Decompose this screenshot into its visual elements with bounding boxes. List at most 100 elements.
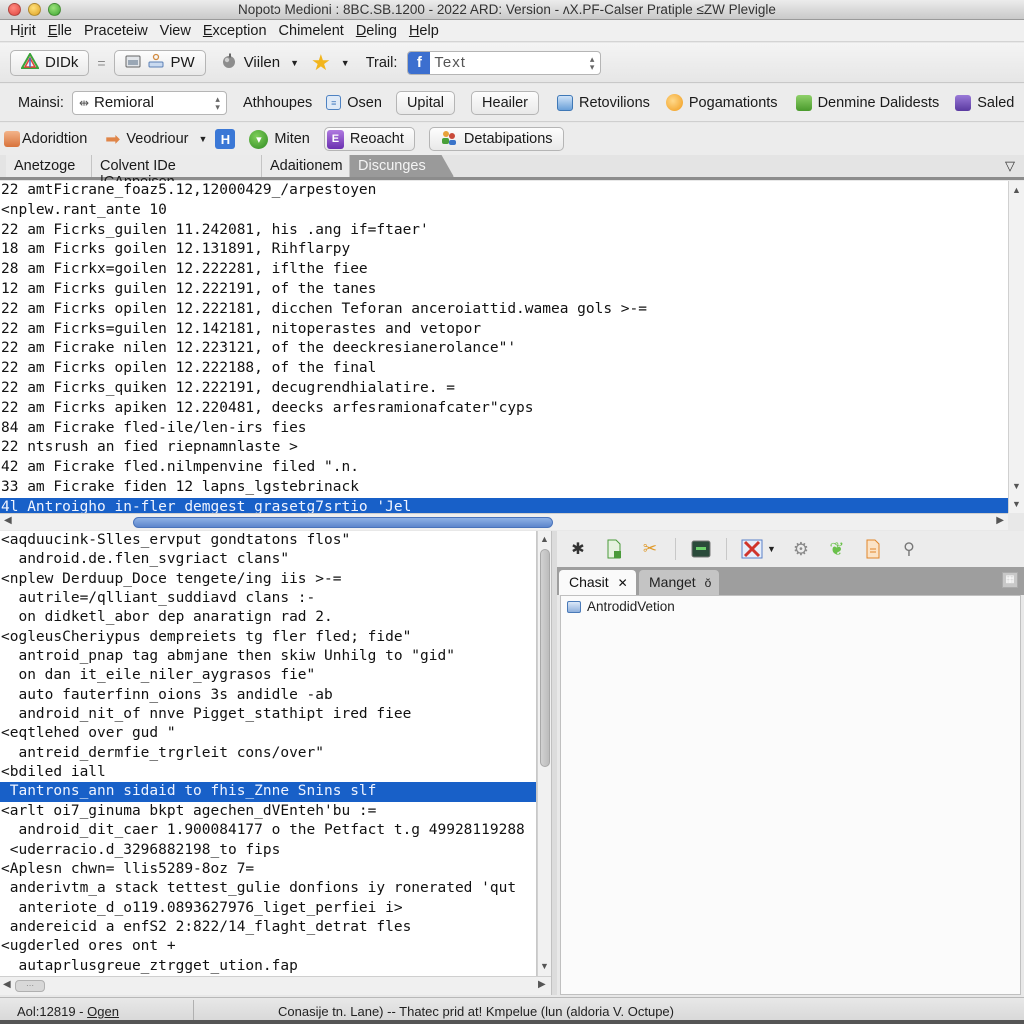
code-line[interactable]: <ugderled ores ont + bbox=[0, 937, 536, 956]
retovilions-button[interactable]: Retovilions bbox=[556, 94, 650, 111]
terminal-icon[interactable] bbox=[690, 538, 712, 560]
code-line[interactable]: 22 am Ficrks opilen 12.222181, dicchen T… bbox=[0, 300, 1008, 320]
miten-button[interactable]: ▾ Miten bbox=[249, 129, 310, 149]
menu-chimelent[interactable]: Chimelent bbox=[276, 23, 353, 39]
code-line[interactable]: 22 am Ficrks opilen 12.222188, of the fi… bbox=[0, 359, 1008, 379]
menu-exception[interactable]: Exception bbox=[200, 23, 276, 39]
code-line[interactable]: 28 am Ficrkx=goilen 12.222281, iflthe fi… bbox=[0, 260, 1008, 280]
favorites-dropdown[interactable]: ★ ▼ bbox=[311, 51, 350, 73]
code-line[interactable]: <nplew Derduup_Doce tengete/ing iis >-= bbox=[0, 570, 536, 589]
pane-splitter[interactable] bbox=[551, 531, 557, 995]
menu-praceteiw[interactable]: Praceteiw bbox=[81, 23, 157, 39]
code-line[interactable]: anteriote_d_o119.0893627976_liget_perfie… bbox=[0, 899, 536, 918]
scroll-up-icon[interactable]: ▲ bbox=[1012, 185, 1021, 195]
scroll-down-icon[interactable]: ▼ bbox=[1012, 499, 1021, 509]
code-line[interactable]: andereicid a enfS2 2:822/14_flaght_detra… bbox=[0, 918, 536, 937]
bug-icon[interactable]: ✱ bbox=[567, 538, 589, 560]
code-line[interactable]: <nplew.rant_ante 10 bbox=[0, 201, 1008, 221]
scroll-up-icon[interactable]: ▲ bbox=[540, 534, 549, 544]
vertical-scroll-thumb[interactable] bbox=[540, 549, 550, 767]
delete-icon[interactable] bbox=[741, 538, 763, 560]
code-line[interactable]: 84 am Ficrake fled-ile/len-irs fies bbox=[0, 419, 1008, 439]
code-line[interactable]: 22 am Ficrks_guilen 11.242081, his .ang … bbox=[0, 221, 1008, 241]
menu-deling[interactable]: Deling bbox=[353, 23, 406, 39]
leaf-icon[interactable]: ❦ bbox=[826, 538, 848, 560]
upital-button[interactable]: Upital bbox=[395, 90, 456, 115]
scroll-left-icon[interactable]: ◀ bbox=[3, 979, 11, 990]
didk-button[interactable]: DIDk bbox=[10, 49, 90, 76]
reoacht-button[interactable]: E Reoacht bbox=[323, 127, 415, 151]
bottom-code-editor[interactable]: <aqduucink-Slles_ervput gondtatons flos"… bbox=[0, 531, 537, 976]
code-line-selected[interactable]: Tantrons_ann sidaid to fhis_Znne Snins s… bbox=[0, 782, 536, 802]
viilen-dropdown[interactable]: Viilen ▼ bbox=[220, 52, 299, 74]
scroll-right-icon[interactable]: ▶ bbox=[538, 979, 546, 990]
heailer-button[interactable]: Heailer bbox=[471, 90, 539, 115]
saled-button[interactable]: Saled bbox=[955, 94, 1014, 111]
tab-adaitionem[interactable]: Adaitionem bbox=[262, 155, 350, 177]
close-window-button[interactable] bbox=[8, 3, 21, 16]
denmine-button[interactable]: Denmine Dalidests bbox=[795, 94, 939, 111]
gear-icon[interactable]: ⚙ bbox=[790, 538, 812, 560]
code-line[interactable]: 33 am Ficrake fiden 12 lapns_lgstebrinac… bbox=[0, 478, 1008, 498]
close-icon[interactable]: ✕ bbox=[618, 576, 628, 590]
code-line[interactable]: 12 am Ficrks guilen 12.222191, of the ta… bbox=[0, 280, 1008, 300]
code-line[interactable]: <aqduucink-Slles_ervput gondtatons flos" bbox=[0, 531, 536, 550]
tab-colvent[interactable]: Colvent IDe |CAnpeisen bbox=[92, 155, 262, 190]
menu-help[interactable]: Help bbox=[406, 23, 448, 39]
code-line[interactable]: 22 am Ficrks_quiken 12.222191, decugrend… bbox=[0, 379, 1008, 399]
code-line[interactable]: <uderracio.d_3296882198_to fips bbox=[0, 841, 536, 860]
pw-button[interactable]: PW bbox=[113, 49, 206, 76]
tree-item[interactable]: AntrodidVetion bbox=[567, 599, 675, 614]
chevron-down-icon[interactable]: ▼ bbox=[767, 544, 776, 554]
code-line[interactable]: <ogleusCheriypus dempreiets tg fler fled… bbox=[0, 628, 536, 647]
top-editor-vertical-scrollbar[interactable]: ▲ ▼ ▼ bbox=[1008, 181, 1024, 513]
code-line[interactable]: auto fauterfinn_oions 3s andidle -ab bbox=[0, 686, 536, 705]
bottom-editor-vertical-scrollbar[interactable]: ▲ ▼ bbox=[537, 531, 551, 976]
code-line[interactable]: 18 am Ficrks goilen 12.131891, Rihflarpy bbox=[0, 240, 1008, 260]
code-line[interactable]: on dan it_eile_niler_aygrasos fie" bbox=[0, 666, 536, 685]
code-line[interactable]: 22 am Ficrks apiken 12.220481, deecks ar… bbox=[0, 399, 1008, 419]
code-line[interactable]: autrile=/qlliant_suddiavd clans :- bbox=[0, 589, 536, 608]
blue-square-icon[interactable]: H bbox=[215, 129, 236, 149]
menu-elle[interactable]: Elle bbox=[45, 23, 81, 39]
scroll-down-icon[interactable]: ▼ bbox=[540, 961, 549, 971]
code-line[interactable]: 22 amtFicrane_foaz5.12,12000429_/arpesto… bbox=[0, 181, 1008, 201]
code-line[interactable]: antroid_pnap tag abmjane then skiw Unhil… bbox=[0, 647, 536, 666]
bottom-editor-horizontal-scrollbar[interactable]: ◀ ⋯ ▶ bbox=[0, 976, 551, 995]
athhoupes-label[interactable]: Athhoupes bbox=[243, 95, 312, 111]
code-line-selected[interactable]: 4l Antroigho in-fler demgest_grasetg7srt… bbox=[0, 497, 1008, 513]
code-line[interactable]: <arlt oi7_ginuma bkpt agechen_dVEnteh'bu… bbox=[0, 802, 536, 821]
code-line[interactable]: antreid_dermfie_trgrleit cons/over" bbox=[0, 744, 536, 763]
pogamationts-button[interactable]: Pogamationts bbox=[665, 94, 778, 111]
code-line[interactable]: 22 ntsrush an fied riepnamnlaste > bbox=[0, 438, 1008, 458]
detabipations-button[interactable]: Detabipations bbox=[428, 127, 564, 151]
menu-hirit[interactable]: Hirit bbox=[10, 23, 45, 39]
code-line[interactable]: android_dit_caer 1.900084177 o the Petfa… bbox=[0, 821, 536, 840]
code-line[interactable]: 22 am Ficrake nilen 12.223121, of the de… bbox=[0, 339, 1008, 359]
code-line[interactable]: anderivtm_a stack tettest_gulie donfions… bbox=[0, 879, 536, 898]
grid-view-icon[interactable]: ▦ bbox=[1002, 572, 1018, 588]
zoom-window-button[interactable] bbox=[48, 3, 61, 16]
top-code-editor[interactable]: 22 amtFicrane_foaz5.12,12000429_/arpesto… bbox=[0, 181, 1008, 513]
document-icon[interactable] bbox=[862, 538, 884, 560]
code-line[interactable]: on didketl_abor dep anaratign rad 2. bbox=[0, 608, 536, 627]
tab-list-dropdown-icon[interactable]: ▽ bbox=[1005, 158, 1015, 174]
adoridtion-button[interactable]: Adoridtion bbox=[4, 131, 87, 147]
scroll-down-icon[interactable]: ▼ bbox=[1012, 481, 1021, 491]
code-line[interactable]: <Aplesn chwn= llis5289-8oz 7= bbox=[0, 860, 536, 879]
filter-icon[interactable]: ⚲ bbox=[898, 538, 920, 560]
scroll-right-icon[interactable]: ▶ bbox=[996, 515, 1004, 526]
tab-discunges[interactable]: Discunges ☗ bbox=[350, 155, 454, 177]
code-line[interactable]: 22 am Ficrks=guilen 12.142181, nitoperas… bbox=[0, 320, 1008, 340]
spinner-icon[interactable]: ▴ ▾ bbox=[590, 54, 595, 71]
code-line[interactable]: <bdiled iall bbox=[0, 763, 536, 782]
code-line[interactable]: android.de.flen_svgriact clans" bbox=[0, 550, 536, 569]
mainsi-select[interactable]: ⇹ Remioral ▴ ▾ bbox=[71, 90, 227, 115]
tab-chasit[interactable]: Chasit ✕ bbox=[559, 570, 636, 595]
scroll-left-icon[interactable]: ◀ bbox=[4, 515, 12, 526]
tab-anetzoge[interactable]: Anetzoge bbox=[6, 155, 92, 177]
close-icon[interactable]: ŏ bbox=[705, 576, 712, 590]
code-line[interactable]: 42 am Ficrake fled.nilmpenvine filed ".n… bbox=[0, 458, 1008, 478]
osen-button[interactable]: ≡ Osen bbox=[326, 95, 382, 111]
code-line[interactable]: android_nit_of nnve Pigget_stathipt ired… bbox=[0, 705, 536, 724]
